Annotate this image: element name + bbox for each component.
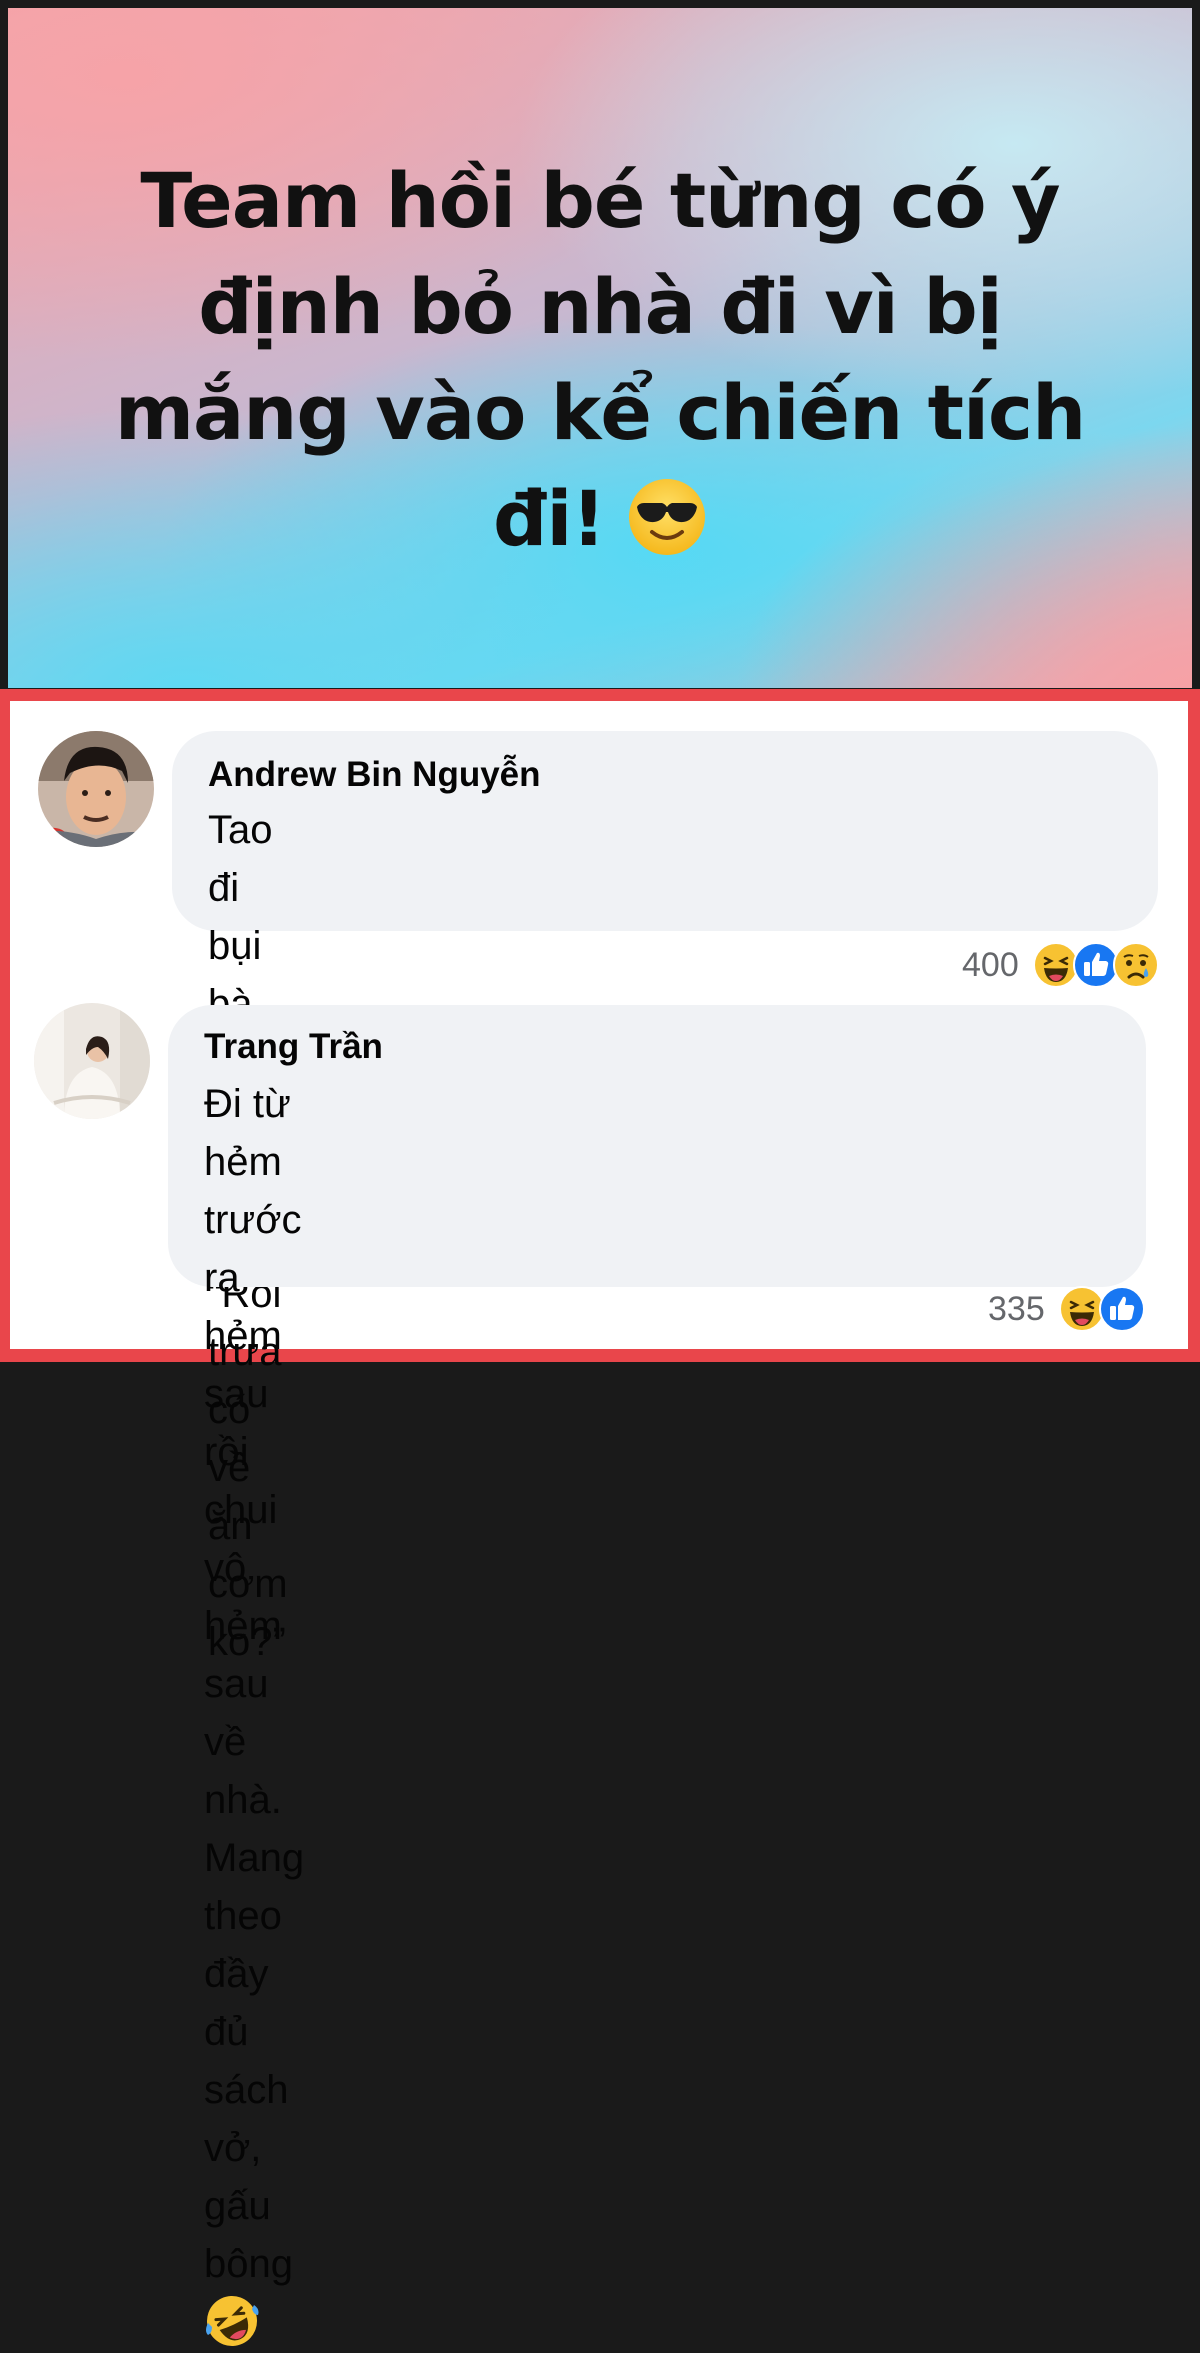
post-text: Team hồi bé từng có ý định bỏ nhà đi vì … — [98, 148, 1102, 572]
comment-line-2: sau về nhà. Mang theo đầy đủ sách vở, gấ… — [204, 1662, 305, 2228]
post-line-4: đi! — [492, 474, 606, 563]
reaction-count: 400 — [962, 945, 1019, 984]
comment-text: Đi từ hẻm trước ra hẻm sau rồi chui vô h… — [204, 1075, 304, 2353]
reaction-count: 335 — [988, 1289, 1045, 1328]
sad-icon — [1112, 942, 1159, 988]
comment-author[interactable]: Andrew Bin Nguyễn — [208, 755, 541, 795]
reaction-summary[interactable]: 400 — [962, 942, 1159, 988]
post-line-2: định bỏ nhà đi vì bị — [198, 262, 1003, 351]
post-line-3: mắng vào kể chiến tích — [114, 368, 1086, 457]
comments-panel: Andrew Bin Nguyễn Tao đi bụi bà già hỏi … — [0, 689, 1200, 2346]
avatar[interactable] — [38, 731, 154, 847]
comment-line-3: bông — [204, 2242, 293, 2286]
rofl-icon — [206, 2296, 259, 2346]
avatar[interactable] — [34, 1003, 150, 1119]
like-icon — [1098, 1286, 1145, 1332]
post-line-1: Team hồi bé từng có ý — [140, 156, 1060, 245]
comment-author[interactable]: Trang Trần — [204, 1027, 383, 1067]
comments-list: Andrew Bin Nguyễn Tao đi bụi bà già hỏi … — [10, 701, 1188, 2346]
post-card: Team hồi bé từng có ý định bỏ nhà đi vì … — [8, 8, 1192, 688]
sunglasses-face-icon — [629, 479, 706, 555]
reaction-summary[interactable]: 335 — [988, 1286, 1145, 1332]
comment-line-1: Đi từ hẻm trước ra hẻm sau rồi chui vô h… — [204, 1082, 302, 1648]
